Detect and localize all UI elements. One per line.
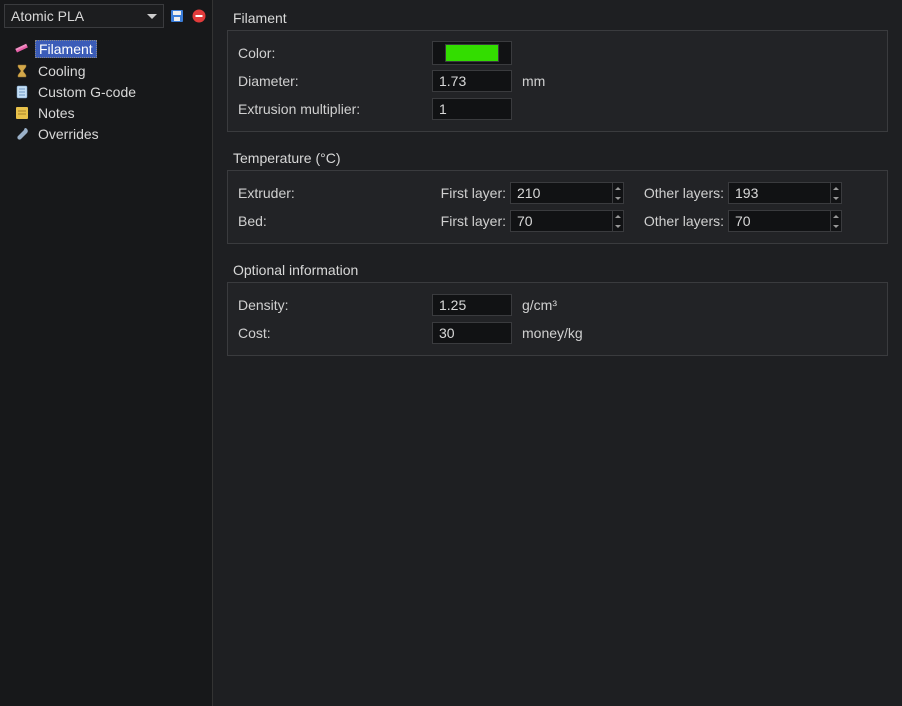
section-temperature: Extruder: First layer: Other layers: Be: [227, 170, 888, 244]
extruder-first-spinner[interactable]: [510, 182, 624, 204]
spin-down-icon[interactable]: [831, 193, 841, 203]
first-layer-label: First layer:: [432, 185, 510, 201]
section-optional: Density: g/cm³ Cost: money/kg: [227, 282, 888, 356]
diameter-label: Diameter:: [238, 73, 432, 89]
color-label: Color:: [238, 45, 432, 61]
spin-up-icon[interactable]: [831, 211, 841, 221]
density-input[interactable]: [432, 294, 512, 316]
spin-up-icon[interactable]: [613, 183, 623, 193]
sidebar: Atomic PLA Filament: [0, 0, 213, 706]
sidebar-item-label: Overrides: [35, 126, 102, 142]
other-layers-label: Other layers:: [632, 185, 728, 201]
extruder-first-input[interactable]: [511, 183, 612, 203]
spinner-buttons: [612, 183, 623, 203]
diameter-unit: mm: [522, 73, 545, 89]
chevron-down-icon: [147, 14, 157, 19]
sidebar-item-overrides[interactable]: Overrides: [10, 124, 204, 144]
sidebar-item-notes[interactable]: Notes: [10, 103, 204, 123]
cost-label: Cost:: [238, 325, 432, 341]
preset-name: Atomic PLA: [11, 8, 84, 24]
save-button[interactable]: [168, 7, 186, 25]
spin-down-icon[interactable]: [613, 193, 623, 203]
bed-first-input[interactable]: [511, 211, 612, 231]
cost-input[interactable]: [432, 322, 512, 344]
wrench-icon: [14, 126, 30, 142]
color-swatch: [445, 44, 499, 62]
spool-icon: [14, 41, 30, 57]
extruder-other-spinner[interactable]: [728, 182, 842, 204]
bed-first-spinner[interactable]: [510, 210, 624, 232]
spinner-buttons: [830, 183, 841, 203]
sidebar-tree: Filament Cooling Custom G-code Notes Ove…: [0, 32, 212, 151]
color-picker[interactable]: [432, 41, 512, 65]
document-icon: [14, 84, 30, 100]
density-label: Density:: [238, 297, 432, 313]
bed-label: Bed:: [238, 213, 432, 229]
spinner-buttons: [612, 211, 623, 231]
extrusion-label: Extrusion multiplier:: [238, 101, 432, 117]
note-icon: [14, 105, 30, 121]
sidebar-item-gcode[interactable]: Custom G-code: [10, 82, 204, 102]
first-layer-label: First layer:: [432, 213, 510, 229]
section-title-temperature: Temperature (°C): [227, 150, 888, 166]
extruder-other-input[interactable]: [729, 183, 830, 203]
cost-unit: money/kg: [522, 325, 583, 341]
bed-other-spinner[interactable]: [728, 210, 842, 232]
sidebar-item-label: Cooling: [35, 63, 88, 79]
diameter-input[interactable]: [432, 70, 512, 92]
spin-up-icon[interactable]: [613, 211, 623, 221]
hourglass-icon: [14, 63, 30, 79]
sidebar-item-cooling[interactable]: Cooling: [10, 61, 204, 81]
main-panel: Filament Color: Diameter: mm Extrusion m…: [213, 0, 902, 706]
extruder-label: Extruder:: [238, 185, 432, 201]
section-filament: Color: Diameter: mm Extrusion multiplier…: [227, 30, 888, 132]
other-layers-label: Other layers:: [632, 213, 728, 229]
minus-circle-icon: [191, 8, 207, 24]
spin-down-icon[interactable]: [613, 221, 623, 231]
sidebar-item-label: Custom G-code: [35, 84, 139, 100]
spin-up-icon[interactable]: [831, 183, 841, 193]
spinner-buttons: [830, 211, 841, 231]
bed-other-input[interactable]: [729, 211, 830, 231]
section-title-optional: Optional information: [227, 262, 888, 278]
section-title-filament: Filament: [227, 10, 888, 26]
delete-button[interactable]: [190, 7, 208, 25]
toolbar: Atomic PLA: [0, 0, 212, 32]
floppy-disk-icon: [169, 8, 185, 24]
sidebar-item-filament[interactable]: Filament: [10, 38, 204, 60]
density-unit: g/cm³: [522, 297, 557, 313]
sidebar-item-label: Filament: [35, 40, 97, 58]
extrusion-input[interactable]: [432, 98, 512, 120]
sidebar-item-label: Notes: [35, 105, 78, 121]
preset-dropdown[interactable]: Atomic PLA: [4, 4, 164, 28]
spin-down-icon[interactable]: [831, 221, 841, 231]
